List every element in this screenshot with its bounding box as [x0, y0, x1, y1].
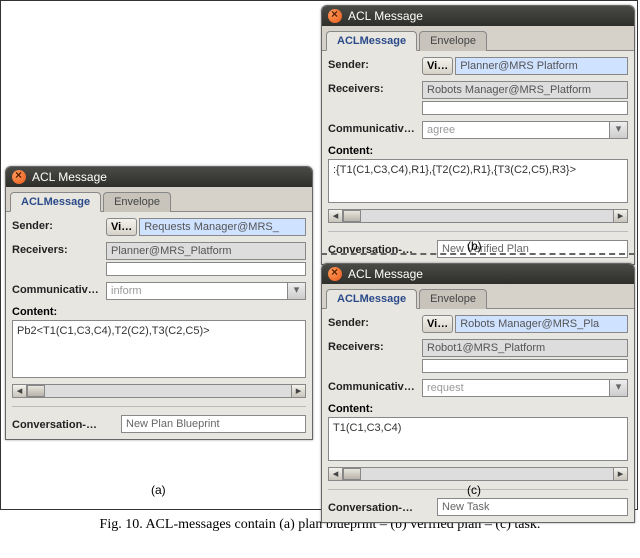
scroll-thumb[interactable]	[343, 210, 361, 222]
view-sender-button[interactable]: Vi…	[422, 315, 453, 333]
tabbar: ACLMessage Envelope	[6, 187, 312, 212]
panel-a: ACL Message ACLMessage Envelope Sender: …	[5, 166, 313, 440]
receivers-field[interactable]: Planner@MRS_Platform	[106, 242, 306, 260]
communicative-combo[interactable]: agree ▾	[422, 121, 628, 139]
scroll-thumb[interactable]	[343, 468, 361, 480]
label-content: Content:	[328, 145, 628, 157]
tabbar: ACLMessage Envelope	[322, 26, 634, 51]
panel-label-c: (c)	[467, 483, 481, 497]
receivers-field[interactable]: Robot1@MRS_Platform	[422, 339, 628, 357]
conversation-field[interactable]: New Plan Blueprint	[121, 415, 306, 433]
sender-field[interactable]: Requests Manager@MRS_	[139, 218, 306, 236]
tab-envelope[interactable]: Envelope	[419, 289, 487, 309]
sender-field[interactable]: Planner@MRS Platform	[455, 57, 628, 75]
communicative-value: agree	[422, 121, 610, 139]
scrollbar-horizontal[interactable]: ◂ ▸	[328, 209, 628, 223]
window-title: ACL Message	[32, 170, 107, 184]
receivers-field-blank[interactable]	[422, 359, 628, 373]
scroll-right-icon[interactable]: ▸	[613, 210, 627, 222]
panel-label-a: (a)	[151, 483, 166, 497]
close-icon[interactable]	[328, 9, 342, 23]
panel-b: ACL Message ACLMessage Envelope Sender: …	[321, 5, 635, 265]
chevron-down-icon[interactable]: ▾	[288, 282, 306, 300]
scroll-left-icon[interactable]: ◂	[329, 468, 343, 480]
chevron-down-icon[interactable]: ▾	[610, 379, 628, 397]
scroll-left-icon[interactable]: ◂	[329, 210, 343, 222]
scrollbar-horizontal[interactable]: ◂ ▸	[328, 467, 628, 481]
content-textarea[interactable]: :{T1(C1,C3,C4),R1},{T2(C2),R1},{T3(C2,C5…	[328, 159, 628, 203]
tab-envelope[interactable]: Envelope	[103, 192, 171, 212]
communicative-value: inform	[106, 282, 288, 300]
window-b: ACL Message ACLMessage Envelope Sender: …	[321, 5, 635, 265]
tab-envelope[interactable]: Envelope	[419, 31, 487, 51]
close-icon[interactable]	[12, 170, 26, 184]
label-conversation: Conversation-…	[328, 500, 433, 514]
titlebar[interactable]: ACL Message	[322, 264, 634, 284]
scrollbar-horizontal[interactable]: ◂ ▸	[12, 384, 306, 398]
sender-field[interactable]: Robots Manager@MRS_Pla	[455, 315, 628, 333]
tab-aclmessage[interactable]: ACLMessage	[326, 289, 417, 309]
scroll-track[interactable]	[343, 468, 613, 480]
label-communicative: Communicativ…	[328, 379, 418, 393]
label-communicative: Communicativ…	[328, 121, 418, 135]
form-body: Sender: Vi… Planner@MRS Platform Receive…	[322, 51, 634, 264]
conversation-field[interactable]: New Verified Plan	[437, 240, 628, 258]
view-sender-button[interactable]: Vi…	[106, 218, 137, 236]
communicative-value: request	[422, 379, 610, 397]
scroll-right-icon[interactable]: ▸	[613, 468, 627, 480]
window-title: ACL Message	[348, 267, 423, 281]
form-body: Sender: Vi… Requests Manager@MRS_ Receiv…	[6, 212, 312, 439]
label-sender: Sender:	[12, 218, 102, 232]
figure-container: ACL Message ACLMessage Envelope Sender: …	[0, 0, 638, 510]
close-icon[interactable]	[328, 267, 342, 281]
window-a: ACL Message ACLMessage Envelope Sender: …	[5, 166, 313, 440]
tabbar: ACLMessage Envelope	[322, 284, 634, 309]
conversation-field[interactable]: New Task	[437, 498, 628, 516]
scroll-right-icon[interactable]: ▸	[291, 385, 305, 397]
separator	[328, 231, 628, 232]
view-sender-button[interactable]: Vi…	[422, 57, 453, 75]
chevron-down-icon[interactable]: ▾	[610, 121, 628, 139]
tab-aclmessage[interactable]: ACLMessage	[10, 192, 101, 212]
label-content: Content:	[328, 403, 628, 415]
window-title: ACL Message	[348, 9, 423, 23]
tab-aclmessage[interactable]: ACLMessage	[326, 31, 417, 51]
receivers-field[interactable]: Robots Manager@MRS_Platform	[422, 81, 628, 99]
label-receivers: Receivers:	[328, 339, 418, 353]
titlebar[interactable]: ACL Message	[6, 167, 312, 187]
label-receivers: Receivers:	[328, 81, 418, 95]
panel-label-b: (b)	[467, 239, 482, 253]
titlebar[interactable]: ACL Message	[322, 6, 634, 26]
scroll-track[interactable]	[27, 385, 291, 397]
receivers-field-blank[interactable]	[422, 101, 628, 115]
label-receivers: Receivers:	[12, 242, 102, 256]
label-content: Content:	[12, 306, 306, 318]
communicative-combo[interactable]: inform ▾	[106, 282, 306, 300]
scroll-track[interactable]	[343, 210, 613, 222]
label-communicative: Communicativ…	[12, 282, 102, 296]
label-sender: Sender:	[328, 315, 418, 329]
scroll-left-icon[interactable]: ◂	[13, 385, 27, 397]
content-textarea[interactable]: T1(C1,C3,C4)	[328, 417, 628, 461]
receivers-field-blank[interactable]	[106, 262, 306, 276]
label-sender: Sender:	[328, 57, 418, 71]
scroll-thumb[interactable]	[27, 385, 45, 397]
communicative-combo[interactable]: request ▾	[422, 379, 628, 397]
separator	[12, 406, 306, 407]
content-textarea[interactable]: Pb2<T1(C1,C3,C4),T2(C2),T3(C2,C5)>	[12, 320, 306, 378]
panel-divider	[321, 253, 635, 255]
label-conversation: Conversation-…	[12, 417, 117, 431]
